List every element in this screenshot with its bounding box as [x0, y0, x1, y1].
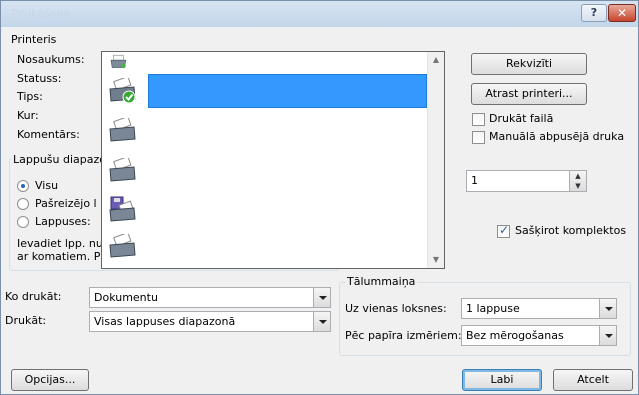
options-button[interactable]: Opcijas... — [11, 369, 89, 391]
collate-checkbox[interactable] — [497, 223, 510, 238]
manual-duplex-checkbox[interactable] — [472, 131, 485, 144]
help-button[interactable]: ? — [581, 4, 607, 22]
printer-list-item[interactable] — [102, 152, 429, 190]
close-button[interactable]: ✕ — [608, 4, 636, 22]
printer-list-item[interactable] — [102, 50, 429, 72]
copies-value: 1 — [471, 174, 478, 187]
copies-spinner[interactable]: 1 ▲ ▼ — [466, 170, 587, 192]
cancel-button[interactable]: Atcelt — [553, 369, 633, 391]
scale-combobox[interactable]: Bez mērogošanas — [461, 325, 617, 346]
collate-label: Sašķirot komplektos — [515, 224, 627, 237]
printer-type-label: Tips: — [17, 90, 43, 103]
spinner-arrows-icon[interactable]: ▲ ▼ — [569, 171, 586, 191]
printer-name-label: Nosaukums: — [17, 53, 85, 66]
printer-dropdown-list[interactable]: ▲ ▼ — [101, 51, 445, 269]
pages-radio[interactable] — [17, 216, 29, 228]
pages-per-sheet-combobox[interactable]: 1 lappuse — [461, 298, 617, 319]
print-to-file-checkbox[interactable] — [472, 113, 485, 126]
all-pages-radio[interactable] — [17, 180, 29, 192]
page-range-group-label: Lappušu diapazo — [11, 153, 109, 166]
printer-list-item[interactable] — [102, 112, 429, 150]
chevron-down-icon[interactable] — [599, 326, 616, 345]
print-value: Visas lappuses diapazonā — [94, 315, 236, 328]
scroll-down-icon[interactable]: ▼ — [428, 252, 444, 268]
scale-value: Bez mērogošanas — [466, 329, 564, 342]
pages-per-sheet-label: Uz vienas loksnes: — [345, 302, 447, 315]
printer-icon — [110, 54, 127, 69]
ok-button[interactable]: Labi — [462, 369, 542, 391]
printer-icon — [109, 118, 136, 142]
fax-printer-icon — [109, 196, 136, 222]
scroll-up-icon[interactable]: ▲ — [428, 52, 444, 68]
window-title: Drukāšana — [11, 7, 71, 20]
scale-label: Pēc papīra izmēriem: — [345, 329, 462, 342]
selection-highlight — [148, 74, 427, 108]
zoom-group-label: Tālummaiņa — [345, 275, 418, 288]
chevron-down-icon[interactable] — [313, 288, 330, 307]
current-page-radio[interactable] — [17, 198, 29, 210]
printer-list-item-selected[interactable] — [102, 72, 429, 110]
printer-comment-label: Komentārs: — [17, 128, 80, 141]
printer-icon — [109, 158, 136, 182]
chevron-down-icon[interactable] — [313, 312, 330, 331]
print-what-value: Dokumentu — [94, 291, 158, 304]
print-to-file-label: Drukāt failā — [489, 112, 554, 125]
dropdown-scrollbar[interactable]: ▲ ▼ — [427, 52, 444, 268]
print-combobox[interactable]: Visas lappuses diapazonā — [89, 311, 331, 332]
properties-button[interactable]: Rekvizīti — [471, 53, 587, 75]
page-range-hint-line1: Ievadiet lpp. nu — [17, 237, 103, 250]
print-what-combobox[interactable]: Dokumentu — [89, 287, 331, 308]
print-dialog: Drukāšana ? ✕ Printeris Nosaukums: Statu… — [0, 0, 639, 395]
printer-list-item[interactable] — [102, 228, 429, 266]
printer-where-label: Kur: — [17, 109, 39, 122]
printer-status-label: Statuss: — [17, 72, 62, 85]
printer-icon — [109, 234, 136, 258]
pages-label: Lappuses: — [35, 215, 91, 228]
printer-default-icon — [109, 78, 136, 104]
all-pages-label: Visu — [35, 179, 59, 192]
manual-duplex-label: Manuālā abpusējā druka — [489, 130, 625, 143]
print-label: Drukāt: — [5, 314, 47, 327]
chevron-down-icon[interactable] — [599, 299, 616, 318]
print-what-label: Ko drukāt: — [5, 290, 62, 303]
page-range-hint-line2: ar komatiem. Pi — [17, 250, 104, 263]
find-printer-button[interactable]: Atrast printeri... — [471, 83, 587, 105]
printer-list-item[interactable] — [102, 190, 429, 228]
pages-per-sheet-value: 1 lappuse — [466, 302, 520, 315]
current-page-label: Pašreizējo l — [35, 197, 97, 210]
printer-group-label: Printeris — [11, 33, 57, 46]
title-bar: Drukāšana ? ✕ — [1, 1, 638, 27]
